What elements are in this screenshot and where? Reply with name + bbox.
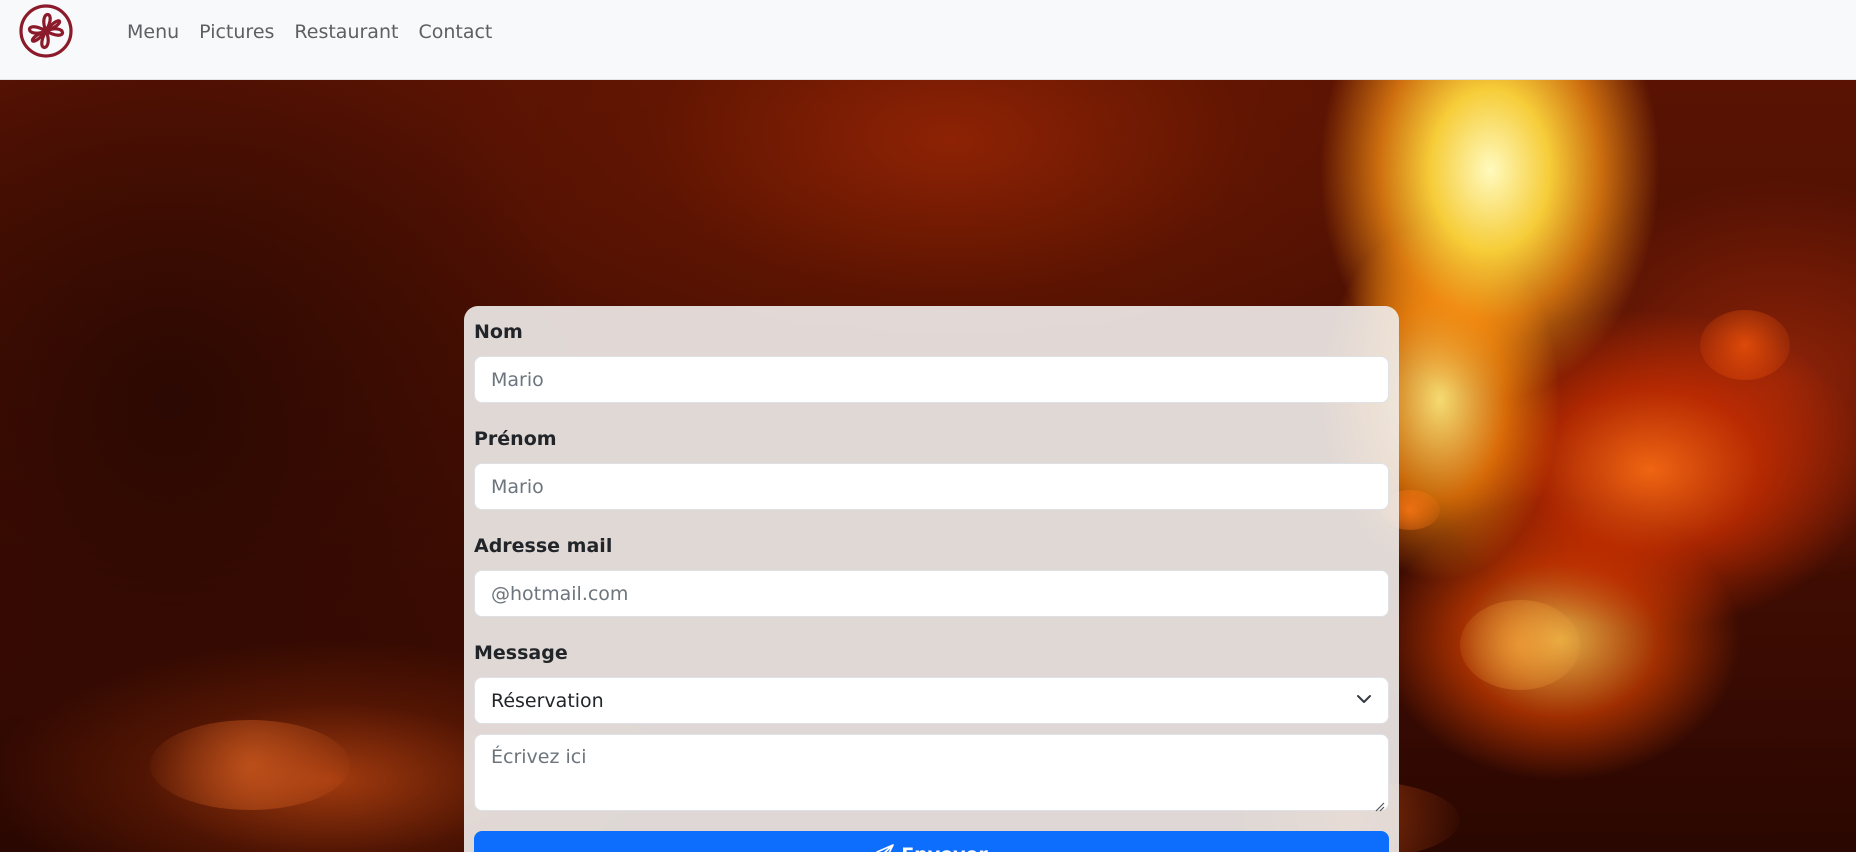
send-icon <box>875 843 895 852</box>
nom-input[interactable] <box>474 356 1389 403</box>
prenom-label: Prénom <box>474 428 557 450</box>
contact-form: Nom Prénom Adresse mail Message Réservat… <box>464 306 1399 852</box>
resize-grip-icon[interactable] <box>1375 797 1385 812</box>
send-button[interactable]: Envoyer <box>474 831 1389 852</box>
chevron-down-icon <box>1356 690 1372 712</box>
message-textarea-wrapper <box>464 734 1399 812</box>
send-button-label: Envoyer <box>901 844 988 852</box>
nav-link-contact[interactable]: Contact <box>418 18 492 46</box>
nav-links: Menu Pictures Restaurant Contact <box>127 18 512 46</box>
nav-link-restaurant[interactable]: Restaurant <box>294 18 398 46</box>
message-type-select[interactable]: Réservation <box>474 677 1389 724</box>
hero-background-image: Nom Prénom Adresse mail Message Réservat… <box>0 80 1856 852</box>
nom-label: Nom <box>474 321 523 343</box>
message-label: Message <box>474 642 568 664</box>
flower-logo-icon[interactable] <box>17 2 75 60</box>
message-type-selected: Réservation <box>491 689 604 712</box>
email-input[interactable] <box>474 570 1389 617</box>
email-label: Adresse mail <box>474 535 613 557</box>
nav-link-pictures[interactable]: Pictures <box>199 18 274 46</box>
prenom-input[interactable] <box>474 463 1389 510</box>
message-textarea[interactable] <box>474 734 1389 811</box>
navbar: Menu Pictures Restaurant Contact <box>0 0 1856 80</box>
nav-link-menu[interactable]: Menu <box>127 18 179 46</box>
